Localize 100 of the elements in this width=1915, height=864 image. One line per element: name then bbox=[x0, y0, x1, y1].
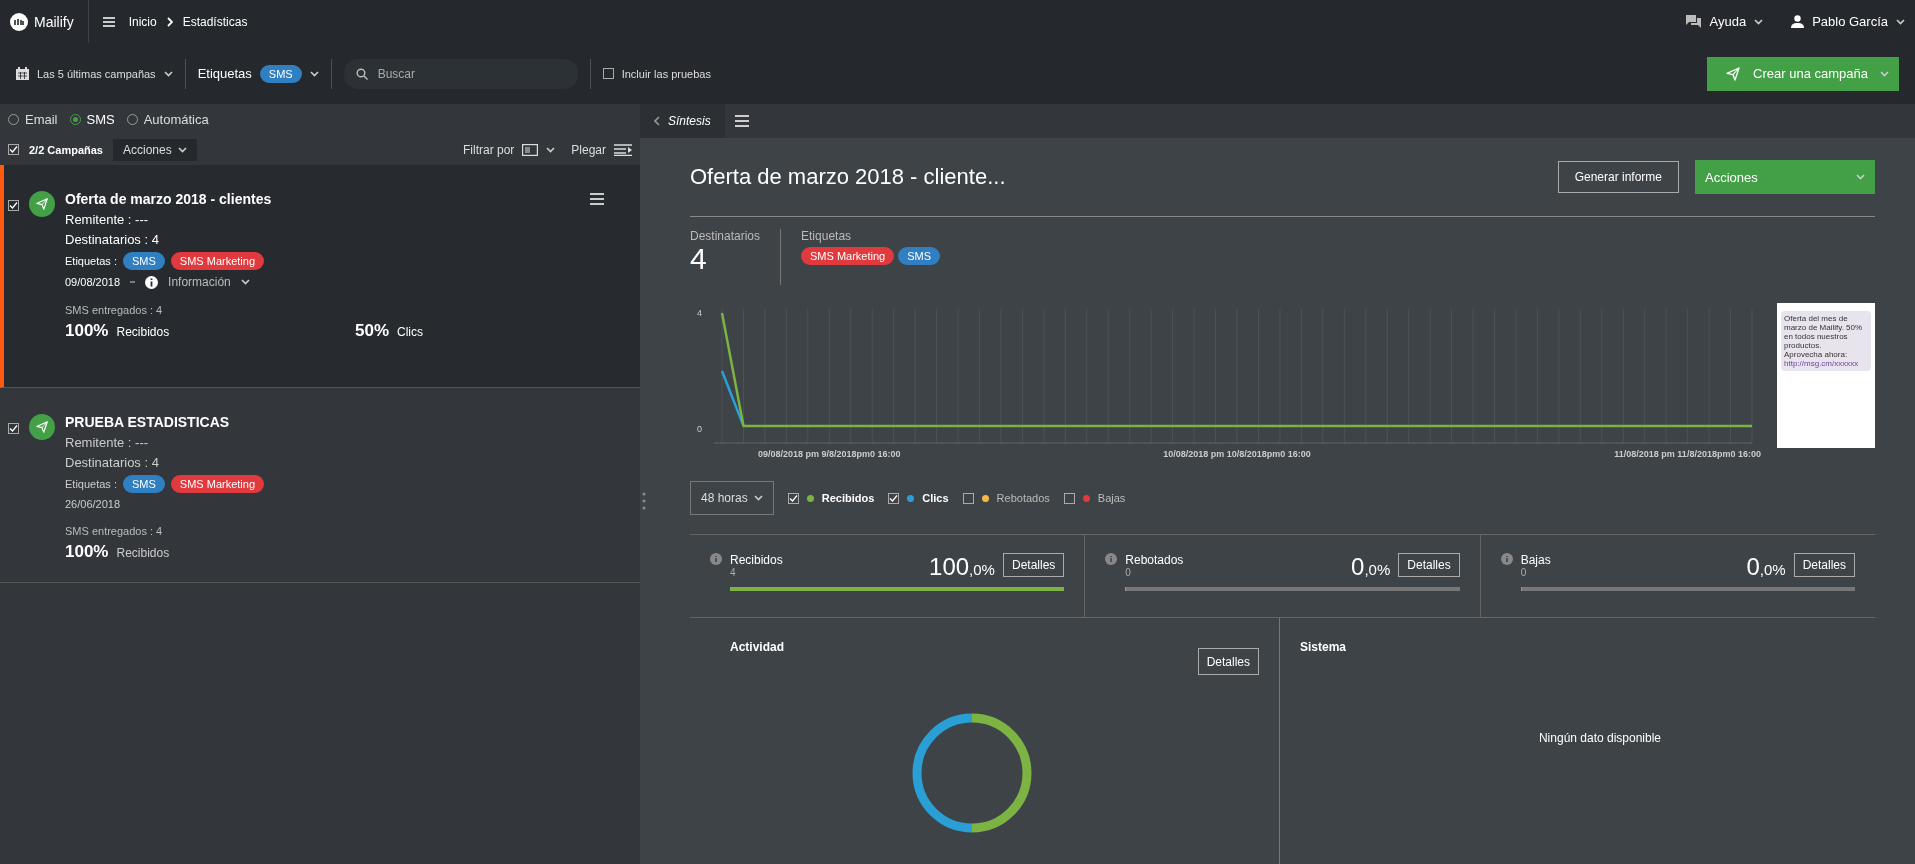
menu-icon[interactable] bbox=[590, 193, 604, 205]
details-button[interactable]: Detalles bbox=[1197, 648, 1259, 675]
radio-label: SMS bbox=[86, 111, 115, 127]
resize-handle-icon[interactable] bbox=[642, 492, 646, 510]
y-axis-label: 4 bbox=[697, 308, 702, 318]
checkbox[interactable] bbox=[962, 492, 974, 504]
checkbox-label: Incluir las pruebas bbox=[621, 67, 711, 80]
delivered-text: SMS entregados : 4 bbox=[65, 304, 164, 316]
list-view-icon[interactable] bbox=[522, 143, 539, 156]
checkbox[interactable] bbox=[8, 144, 19, 155]
message-text: Aprovecha ahora: bbox=[1784, 350, 1848, 359]
chat-icon bbox=[1686, 15, 1702, 28]
tags-label: Etiquetas : bbox=[65, 255, 117, 267]
time-range-dropdown[interactable]: 48 horas bbox=[690, 481, 774, 515]
message-text: Oferta del mes de marzo de Mailify. 50% en todos nuestros productos. bbox=[1784, 314, 1863, 350]
paper-plane-icon bbox=[35, 420, 49, 434]
legend-label: Bajas bbox=[1097, 492, 1126, 504]
radio-label: Email bbox=[25, 111, 58, 127]
stat-label: Clics bbox=[397, 325, 424, 339]
details-button[interactable]: Detalles bbox=[1793, 553, 1855, 577]
info-icon[interactable] bbox=[1500, 553, 1513, 565]
menu-icon[interactable] bbox=[734, 115, 749, 127]
campaign-date: 09/08/2018 bbox=[65, 276, 121, 288]
tag: SMS bbox=[898, 247, 941, 265]
tag: SMS Marketing bbox=[170, 252, 265, 270]
message-link[interactable]: http://msg.cm/xxxxxx bbox=[1784, 359, 1859, 368]
checkbox[interactable] bbox=[1063, 492, 1075, 504]
collapse-label[interactable]: Plegar bbox=[571, 142, 606, 157]
paper-plane-icon bbox=[35, 197, 49, 211]
synthesis-tab[interactable]: Síntesis bbox=[640, 104, 725, 138]
recipients-count: 4 bbox=[690, 243, 708, 275]
tags-label: Etiquetas : bbox=[65, 478, 117, 490]
chevron-down-icon bbox=[240, 279, 250, 285]
tag: SMS bbox=[123, 475, 165, 493]
user-icon bbox=[1791, 15, 1805, 28]
search-input[interactable]: Buscar bbox=[377, 58, 548, 89]
chevron-down-icon bbox=[163, 70, 173, 77]
info-icon bbox=[145, 275, 159, 289]
section-title: Actividad bbox=[730, 640, 784, 654]
stat-count: 0 bbox=[1520, 567, 1528, 578]
stat-label: Rebotados bbox=[1125, 553, 1184, 567]
sender-text: Remitente : --- bbox=[65, 212, 150, 227]
legend-label: Clics bbox=[922, 492, 949, 504]
chevron-right-icon bbox=[166, 16, 173, 27]
details-button[interactable]: Detalles bbox=[1002, 553, 1065, 577]
app-logo-text: Mailify bbox=[34, 13, 74, 30]
legend-label: Rebotados bbox=[996, 492, 1050, 504]
filter-label: Filtrar por bbox=[462, 142, 515, 157]
x-axis-label: 10/08/2018 pm 10/8/2018pm0 16:00 bbox=[1163, 449, 1311, 459]
stat-label: Bajas bbox=[1520, 553, 1551, 567]
tag: SMS Marketing bbox=[801, 247, 895, 265]
breadcrumb-link[interactable]: Estadísticas bbox=[182, 14, 248, 29]
user-menu[interactable]: Pablo García bbox=[1812, 14, 1888, 29]
chevron-down-icon bbox=[177, 146, 187, 153]
checkbox[interactable] bbox=[602, 68, 614, 79]
details-button[interactable]: Detalles bbox=[1398, 553, 1460, 577]
stat-count: 4 bbox=[730, 567, 737, 578]
chevron-left-icon bbox=[654, 116, 660, 126]
checkbox[interactable] bbox=[8, 200, 19, 211]
campaign-card[interactable]: PRUEBA ESTADISTICAS Remitente : --- Destinatarios : 4 Etiquetas : SMS SMS Marketing 26/06/2018 SMS entregados : 4 100% Recibidos bbox=[0, 388, 640, 583]
y-axis-label: 0 bbox=[697, 424, 702, 434]
chevron-down-icon bbox=[309, 70, 319, 77]
recipients-label: Destinatarios bbox=[690, 229, 761, 243]
chevron-down-icon bbox=[546, 146, 556, 153]
x-axis-label: 11/08/2018 pm 11/8/2018pm0 16:00 bbox=[1614, 449, 1761, 459]
tag: SMS bbox=[123, 252, 165, 270]
actions-dropdown[interactable]: Acciones bbox=[113, 138, 197, 161]
x-axis-label: 09/08/2018 pm 9/8/2018pm0 16:00 bbox=[758, 449, 901, 459]
stat-count: 0 bbox=[1125, 567, 1132, 578]
campaign-date: 26/06/2018 bbox=[65, 498, 121, 510]
checkbox[interactable] bbox=[888, 492, 900, 504]
campaign-card[interactable]: Oferta de marzo 2018 - clientes Remitente : --- Destinatarios : 4 Etiquetas : SMS SMS Marketing 09/08/2018 Información SMS entregados : 4 100% Recibidos 50% Clics bbox=[0, 165, 640, 388]
checkbox[interactable] bbox=[8, 423, 19, 434]
dash-icon bbox=[130, 281, 136, 283]
period-dropdown[interactable]: Las 5 últimas campañas bbox=[37, 67, 156, 80]
tag: SMS Marketing bbox=[170, 475, 265, 493]
generate-report-button[interactable]: Generar informe bbox=[1557, 161, 1679, 193]
logo-icon bbox=[10, 12, 28, 31]
empty-state-message: Ningún dato disponible bbox=[1538, 731, 1662, 745]
campaign-title[interactable]: PRUEBA ESTADISTICAS bbox=[65, 414, 632, 430]
info-icon[interactable] bbox=[1105, 553, 1118, 565]
breadcrumb-link[interactable]: Inicio bbox=[128, 14, 157, 29]
collapse-icon[interactable] bbox=[614, 143, 632, 156]
stat-percentage: 50% bbox=[355, 321, 390, 341]
info-dropdown[interactable]: Información bbox=[168, 275, 231, 289]
tag[interactable]: SMS bbox=[259, 64, 302, 83]
info-icon[interactable] bbox=[710, 553, 722, 565]
chevron-down-icon bbox=[1754, 18, 1764, 25]
recipients-text: Destinatarios : 4 bbox=[65, 232, 160, 247]
stat-percentage: 0,0% bbox=[1351, 553, 1391, 581]
recipients-text: Destinatarios : 4 bbox=[65, 455, 160, 470]
menu-icon[interactable] bbox=[102, 16, 115, 27]
chevron-down-icon bbox=[1880, 70, 1889, 77]
stat-percentage: 100,0% bbox=[929, 553, 995, 581]
checkbox[interactable] bbox=[787, 492, 799, 504]
chevron-down-icon bbox=[1856, 174, 1865, 180]
help-menu[interactable]: Ayuda bbox=[1709, 14, 1747, 29]
stat-label: Recibidos bbox=[116, 325, 170, 339]
stat-percentage: 100% bbox=[65, 542, 109, 562]
search-field[interactable]: Buscar bbox=[343, 58, 578, 89]
